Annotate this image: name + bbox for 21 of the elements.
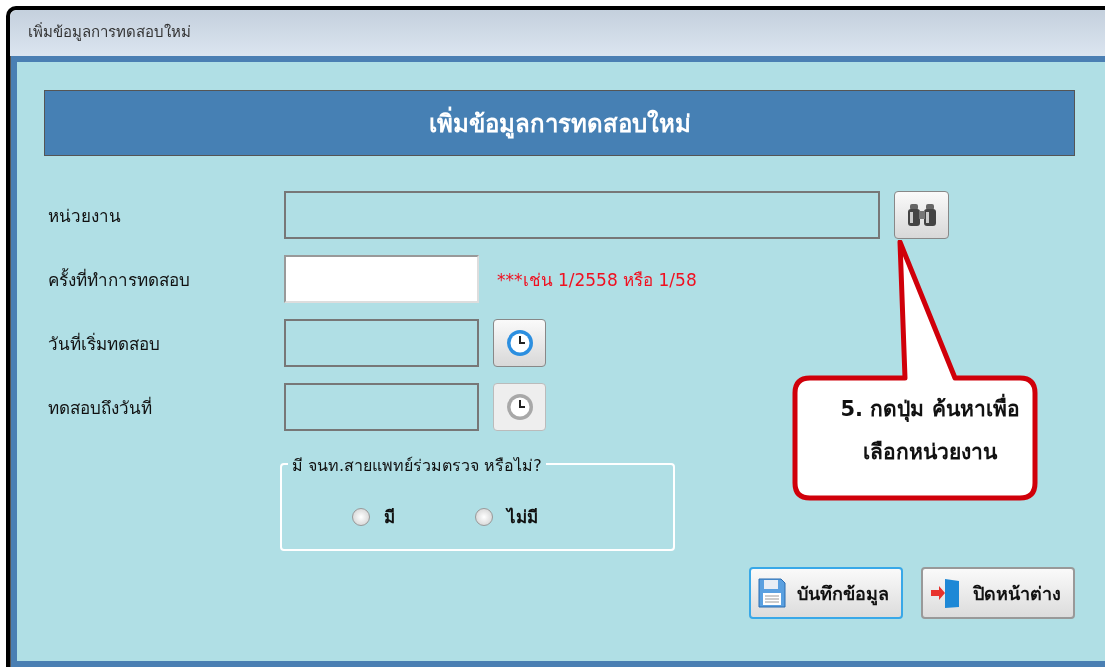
search-button[interactable] (894, 191, 949, 239)
callout-text: 5. กดปุ่ม ค้นหาเพื่อ เลือกหน่วยงาน (800, 392, 1060, 468)
field-label: ครั้งที่ทำการทดสอบ (47, 267, 191, 292)
input-field[interactable] (284, 255, 479, 303)
save-button[interactable]: บันทึกข้อมูล (749, 567, 903, 619)
radio-option[interactable]: มี (352, 503, 395, 530)
binoculars-icon (906, 202, 937, 228)
input-field[interactable] (284, 319, 479, 367)
close-button[interactable]: ปิดหน้าต่าง (921, 567, 1075, 619)
hint-text: ***เช่น 1/2558 หรือ 1/58 (497, 268, 697, 292)
input-field[interactable] (284, 383, 479, 431)
radio-option[interactable]: ไม่มี (475, 503, 538, 530)
date-picker-button[interactable] (493, 319, 546, 367)
input-field[interactable] (284, 191, 880, 239)
clock-icon (505, 329, 534, 357)
clock-icon (505, 393, 534, 421)
window-title: เพิ่มข้อมูลการทดสอบใหม่ (10, 10, 1105, 56)
field-label: ทดสอบถึงวันที่ (47, 395, 153, 420)
field-label: หน่วยงาน (47, 204, 122, 228)
form-header: เพิ่มข้อมูลการทดสอบใหม่ (44, 90, 1075, 156)
field-label: วันที่เริ่มทดสอบ (47, 331, 161, 356)
